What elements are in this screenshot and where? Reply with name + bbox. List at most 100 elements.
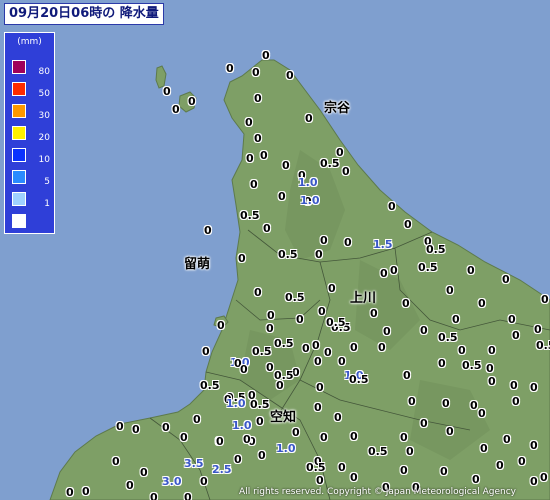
legend-swatch bbox=[12, 148, 26, 162]
precipitation-observation: 0.5 bbox=[368, 445, 388, 458]
copyright-notice: All rights reserved. Copyright © Japan M… bbox=[239, 487, 516, 497]
precipitation-observation: 0.5 bbox=[274, 337, 294, 350]
precipitation-observation: 0 bbox=[390, 264, 398, 277]
precipitation-observation: 0 bbox=[226, 62, 234, 75]
precipitation-observation: 0 bbox=[314, 355, 322, 368]
precipitation-observation: 0 bbox=[488, 375, 496, 388]
legend-swatch bbox=[12, 82, 26, 96]
precipitation-observation: 0 bbox=[400, 431, 408, 444]
precipitation-observation: 0 bbox=[296, 313, 304, 326]
precipitation-observation: 0 bbox=[512, 395, 520, 408]
legend-item: 1 bbox=[12, 192, 52, 209]
precipitation-observation: 0 bbox=[350, 471, 358, 484]
precipitation-observation: 0 bbox=[258, 449, 266, 462]
precipitation-observation: 0 bbox=[403, 369, 411, 382]
precipitation-observation: 0 bbox=[383, 325, 391, 338]
precipitation-observation: 0 bbox=[82, 485, 90, 498]
precipitation-observation: 0 bbox=[172, 103, 180, 116]
precipitation-observation: 0 bbox=[184, 491, 192, 500]
precipitation-observation: 0 bbox=[458, 344, 466, 357]
legend-swatch bbox=[12, 214, 26, 228]
precipitation-observation: 0 bbox=[467, 264, 475, 277]
legend-unit: (mm) bbox=[17, 37, 42, 47]
precipitation-observation: 0 bbox=[442, 397, 450, 410]
place-label-sorachi: 空知 bbox=[270, 410, 297, 425]
precipitation-observation: 0 bbox=[216, 435, 224, 448]
precipitation-observation: 0 bbox=[254, 92, 262, 105]
precipitation-observation: 0 bbox=[234, 453, 242, 466]
legend-level: 80 bbox=[38, 67, 50, 77]
precipitation-observation: 0 bbox=[350, 341, 358, 354]
precipitation-observation: 0 bbox=[188, 95, 196, 108]
precipitation-observation: 0 bbox=[478, 407, 486, 420]
precipitation-observation: 0 bbox=[446, 425, 454, 438]
precipitation-observation: 0.5 bbox=[200, 379, 220, 392]
precipitation-observation: 0 bbox=[314, 401, 322, 414]
precipitation-observation: 0 bbox=[180, 431, 188, 444]
precipitation-observation: 0 bbox=[540, 471, 548, 484]
precipitation-observation: 0 bbox=[534, 323, 542, 336]
precipitation-observation: 0.5 bbox=[252, 345, 272, 358]
precipitation-observation: 0 bbox=[530, 381, 538, 394]
precipitation-observation: 0 bbox=[266, 322, 274, 335]
precipitation-observation: 0 bbox=[126, 479, 134, 492]
precipitation-observation: 0 bbox=[324, 346, 332, 359]
legend-level: 1 bbox=[44, 199, 50, 209]
precipitation-observation: 0 bbox=[256, 415, 264, 428]
precipitation-observation: 0 bbox=[116, 420, 124, 433]
precipitation-observation: 0 bbox=[315, 248, 323, 261]
legend: (mm) 80 50 30 20 10 5 1 bbox=[4, 32, 55, 234]
precipitation-observation: 0 bbox=[252, 66, 260, 79]
precipitation-observation: 0 bbox=[502, 273, 510, 286]
precipitation-observation: 0.5 bbox=[250, 398, 270, 411]
precipitation-observation: 0 bbox=[302, 342, 310, 355]
precipitation-observation: 1.0 bbox=[276, 442, 296, 455]
precipitation-observation: 0.5 bbox=[320, 157, 340, 170]
precipitation-observation: 0 bbox=[338, 461, 346, 474]
precipitation-observation: 0 bbox=[404, 218, 412, 231]
precipitation-observation: 0 bbox=[408, 395, 416, 408]
precipitation-observation: 0 bbox=[202, 345, 210, 358]
precipitation-observation: 0 bbox=[193, 413, 201, 426]
legend-level: 10 bbox=[38, 155, 50, 165]
precipitation-observation: 0 bbox=[402, 297, 410, 310]
precipitation-observation: 0 bbox=[150, 491, 158, 500]
precipitation-observation: 0.5 bbox=[438, 331, 458, 344]
precipitation-observation: 0 bbox=[380, 267, 388, 280]
precipitation-observation: 0 bbox=[503, 433, 511, 446]
precipitation-observation: 1.0 bbox=[226, 397, 246, 410]
precipitation-observation: 0 bbox=[318, 305, 326, 318]
precipitation-observation: 0 bbox=[163, 85, 171, 98]
precipitation-observation: 0 bbox=[446, 284, 454, 297]
place-label-rumoi: 留萌 bbox=[184, 257, 211, 272]
precipitation-observation: 0 bbox=[328, 282, 336, 295]
precipitation-observation: 0 bbox=[140, 466, 148, 479]
precipitation-observation: 0 bbox=[541, 293, 549, 306]
precipitation-observation: 0.5 bbox=[240, 209, 260, 222]
place-label-soya: 宗谷 bbox=[324, 101, 351, 116]
precipitation-observation: 0 bbox=[260, 149, 268, 162]
legend-swatch bbox=[12, 60, 26, 74]
precipitation-observation: 0 bbox=[338, 355, 346, 368]
precipitation-observation: 2.5 bbox=[212, 463, 232, 476]
precipitation-observation: 0.5 bbox=[426, 243, 446, 256]
precipitation-observation: 0 bbox=[250, 178, 258, 191]
precipitation-observation: 1.0 bbox=[232, 419, 252, 432]
legend-item: 10 bbox=[12, 148, 52, 165]
precipitation-observation: 0.5 bbox=[536, 339, 550, 352]
map-base bbox=[0, 0, 550, 500]
place-label-kamikawa: 上川 bbox=[350, 291, 377, 306]
legend-item: 20 bbox=[12, 126, 52, 143]
precipitation-observation: 0 bbox=[440, 465, 448, 478]
legend-swatch bbox=[12, 104, 26, 118]
precipitation-observation: 0 bbox=[406, 445, 414, 458]
precipitation-observation: 0 bbox=[282, 159, 290, 172]
precipitation-observation: 0 bbox=[370, 307, 378, 320]
precipitation-map: 09月20日06時の 降水量 (mm) 80 50 30 20 10 5 1 宗… bbox=[0, 0, 550, 500]
precipitation-observation: 0 bbox=[334, 411, 342, 424]
precipitation-observation: 0 bbox=[518, 455, 526, 468]
precipitation-observation: 1.0 bbox=[300, 194, 320, 207]
precipitation-observation: 0 bbox=[350, 430, 358, 443]
precipitation-observation: 0.5 bbox=[418, 261, 438, 274]
legend-item bbox=[12, 214, 52, 228]
